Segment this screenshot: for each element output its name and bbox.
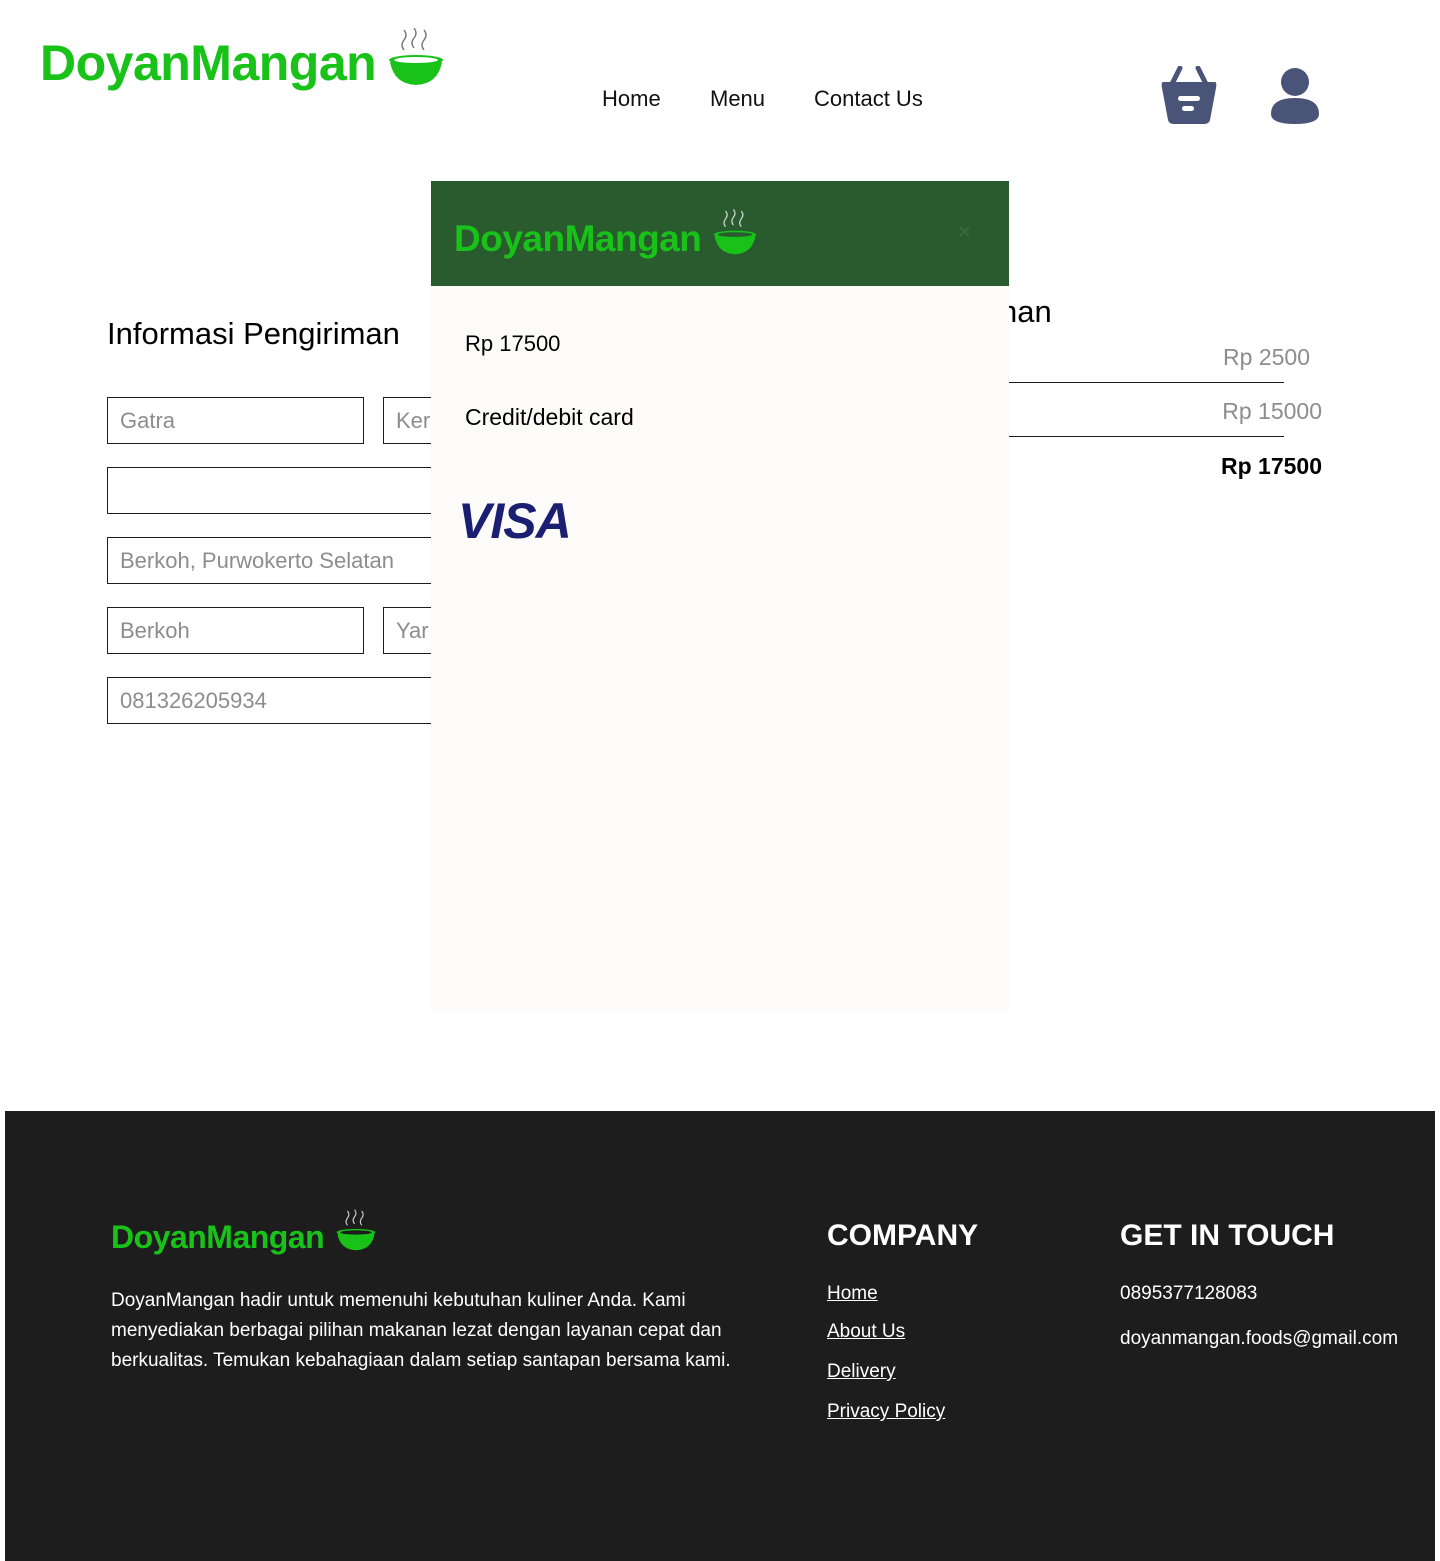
payment-method-label[interactable]: Credit/debit card — [465, 404, 634, 431]
brand-name: DoyanMangan — [40, 35, 377, 91]
company-heading: COMPANY — [827, 1219, 979, 1252]
payment-amount: Rp 17500 — [465, 331, 561, 356]
cart-button[interactable] — [1160, 65, 1218, 126]
footer: DoyanMangan DoyanMangan hadir untuk meme… — [5, 1111, 1435, 1561]
footer-email[interactable]: doyanmangan.foods@gmail.com — [1120, 1328, 1398, 1350]
brand-name: DoyanMangan — [111, 1219, 325, 1255]
footer-link-home[interactable]: Home — [827, 1283, 878, 1305]
footer-phone: 0895377128083 — [1120, 1283, 1258, 1304]
summary-row-2-value: Rp 15000 — [1222, 398, 1322, 424]
summary-divider — [1000, 382, 1284, 383]
steaming-bowl-icon — [336, 1209, 376, 1251]
steaming-bowl-icon — [389, 28, 444, 85]
footer-link-about-us[interactable]: About Us — [827, 1321, 905, 1343]
first-name-field[interactable]: Gatra — [107, 397, 364, 444]
payment-modal: DoyanMangan × Rp 17500 Credit/debit card… — [431, 181, 1009, 1013]
nav-contact-us[interactable]: Contact Us — [814, 86, 923, 112]
brand-name: DoyanMangan — [454, 218, 702, 259]
get-in-touch-heading: GET IN TOUCH — [1120, 1219, 1335, 1252]
nav-menu[interactable]: Menu — [710, 86, 765, 112]
footer-logo: DoyanMangan — [111, 1209, 376, 1253]
nav-home[interactable]: Home — [602, 86, 661, 112]
village-field[interactable]: Berkoh — [107, 607, 364, 654]
shopping-basket-icon — [1161, 65, 1217, 124]
phone-field[interactable]: 081326205934 — [107, 677, 443, 724]
footer-link-privacy-policy[interactable]: Privacy Policy — [827, 1401, 945, 1423]
card-brand-text: VISA — [458, 496, 571, 542]
user-icon — [1271, 68, 1319, 124]
summary-row-1-value: Rp 2500 — [1223, 344, 1310, 370]
visa-logo-icon: VISA — [458, 496, 572, 542]
footer-link-delivery[interactable]: Delivery — [827, 1361, 896, 1383]
user-button[interactable] — [1266, 66, 1324, 126]
shipping-info-title: Informasi Pengiriman — [107, 316, 400, 351]
modal-header: DoyanMangan × — [431, 181, 1009, 286]
address-field[interactable] — [107, 467, 443, 514]
steaming-bowl-icon — [714, 209, 757, 255]
summary-total-value: Rp 17500 — [1220, 453, 1322, 479]
summary-divider — [1000, 436, 1284, 437]
district-field[interactable]: Berkoh, Purwokerto Selatan — [107, 537, 443, 584]
footer-description: DoyanMangan hadir untuk memenuhi kebutuh… — [111, 1290, 731, 1371]
close-icon[interactable]: × — [958, 219, 971, 245]
modal-logo: DoyanMangan — [454, 209, 757, 257]
header-logo[interactable]: DoyanMangan — [40, 28, 444, 88]
